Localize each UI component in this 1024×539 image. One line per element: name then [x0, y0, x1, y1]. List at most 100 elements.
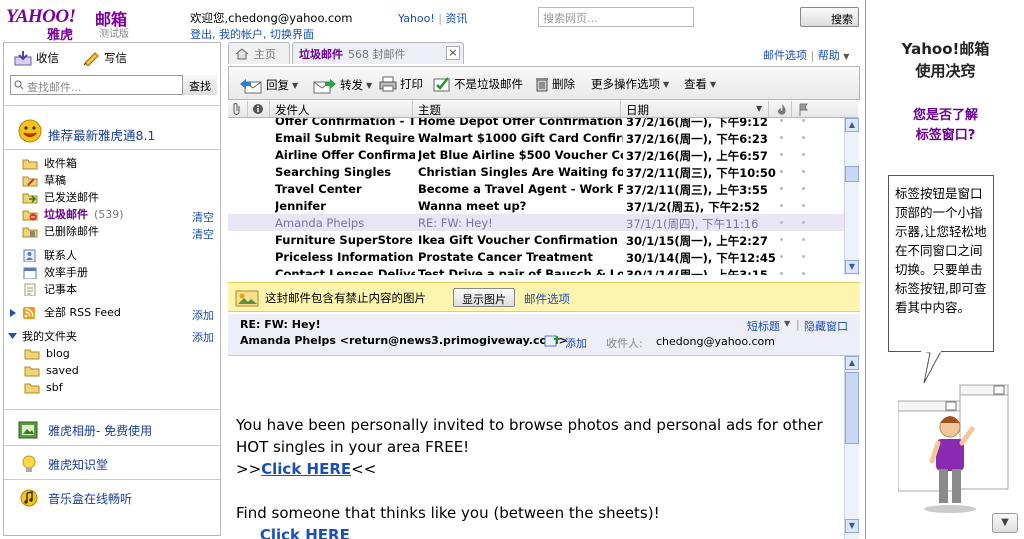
message-from[interactable]: Amanda Phelps <return@news3.primogiveway…: [240, 334, 568, 347]
view-button[interactable]: 查看 ▼: [684, 76, 716, 92]
message-row[interactable]: Furniture SuperStore Ikea Gift Voucher Co…: [228, 231, 844, 248]
attachment-icon[interactable]: [232, 103, 242, 115]
calendar-link[interactable]: 效率手册: [22, 265, 88, 279]
message-row[interactable]: Jennifer Wanna meet up? 37/1/2(周五), 下午2:52: [228, 197, 844, 214]
mail-search-input[interactable]: 查找邮件...: [27, 79, 82, 95]
delete-button[interactable]: 删除: [535, 76, 575, 92]
notepad-link[interactable]: 记事本: [22, 282, 77, 296]
folder-inbox[interactable]: 收件箱: [22, 156, 77, 170]
row-marker-dot[interactable]: [802, 153, 805, 156]
column-sender[interactable]: 发件人: [275, 102, 310, 118]
folder-trash[interactable]: 已删除邮件: [22, 224, 99, 238]
mail-options-link-2[interactable]: 邮件选项: [524, 291, 570, 307]
row-marker-dot[interactable]: [780, 238, 783, 241]
web-search-button[interactable]: 搜索: [800, 7, 859, 27]
row-marker-dot[interactable]: [780, 170, 783, 173]
add-contact-link[interactable]: 添加: [565, 335, 587, 351]
compose-button[interactable]: 写信: [82, 50, 127, 66]
add-folder-link[interactable]: 添加: [192, 329, 214, 345]
scroll-down-icon[interactable]: ▼: [845, 260, 859, 274]
mail-options-link[interactable]: 邮件选项: [763, 49, 807, 62]
row-marker-dot[interactable]: [780, 136, 783, 139]
close-tab-button[interactable]: ×: [446, 46, 460, 60]
chevron-down-icon[interactable]: ▼: [710, 80, 716, 89]
message-row[interactable]: Amanda Phelps RE: FW: Hey! 37/1/1(周四), 下午1…: [228, 214, 844, 231]
yahoo-home-link[interactable]: Yahoo!: [398, 12, 435, 25]
scroll-thumb[interactable]: [845, 166, 859, 182]
click-here-link[interactable]: Click HERE: [261, 460, 351, 478]
logout-link[interactable]: 登出: [190, 28, 212, 41]
chevron-down-icon[interactable]: ▼: [843, 52, 849, 61]
my-folders-heading[interactable]: 我的文件夹: [22, 329, 77, 343]
message-list-scrollbar[interactable]: ▲ ▼: [844, 118, 859, 275]
message-row[interactable]: Searching Singles Christian Singles Are W…: [228, 163, 844, 180]
row-marker-dot[interactable]: [780, 153, 783, 156]
hide-pane-link[interactable]: 隐藏窗口: [804, 318, 848, 334]
add-contact-icon[interactable]: [544, 334, 560, 347]
collapse-arrow-icon[interactable]: [8, 332, 17, 340]
chevron-down-icon[interactable]: ▼: [784, 319, 790, 328]
tab-home[interactable]: 主页: [228, 42, 290, 64]
empty-trash-link[interactable]: 清空: [192, 226, 214, 242]
info-icon[interactable]: [252, 103, 264, 115]
chevron-down-icon[interactable]: ▼: [292, 81, 298, 90]
row-marker-dot[interactable]: [780, 272, 783, 275]
tab-spam[interactable]: 垃圾邮件 568 封邮件: [292, 42, 464, 64]
print-button[interactable]: 打印: [379, 76, 423, 92]
folder-sbf[interactable]: sbf: [24, 380, 63, 394]
folder-saved[interactable]: saved: [24, 363, 79, 377]
row-marker-dot[interactable]: [802, 187, 805, 190]
row-marker-dot[interactable]: [802, 255, 805, 258]
message-row[interactable]: Email Submit Required Walmart $1000 Gift …: [228, 129, 844, 146]
add-rss-link[interactable]: 添加: [192, 307, 214, 323]
inbox-button[interactable]: 收信: [14, 50, 59, 66]
switch-ui-link[interactable]: 切换界面: [270, 28, 314, 41]
row-marker-dot[interactable]: [780, 187, 783, 190]
scroll-down-icon[interactable]: ▼: [845, 519, 859, 533]
row-marker-dot[interactable]: [802, 136, 805, 139]
more-actions-button[interactable]: 更多操作选项 ▼: [591, 76, 669, 92]
reply-button[interactable]: 回复 ▼: [239, 76, 298, 94]
message-row[interactable]: Offer Confirmation - Try Home Depot Offer…: [228, 118, 844, 129]
flag-icon[interactable]: [798, 103, 808, 116]
news-link[interactable]: 资讯: [446, 12, 468, 25]
row-marker-dot[interactable]: [802, 272, 805, 275]
row-marker-dot[interactable]: [802, 170, 805, 173]
row-marker-dot[interactable]: [780, 221, 783, 224]
message-row[interactable]: Priceless Information Prostate Cancer Tre…: [228, 248, 844, 265]
scroll-up-icon[interactable]: ▲: [845, 118, 859, 132]
mail-search-button[interactable]: 查找: [182, 75, 217, 95]
mail-search-field[interactable]: 查找邮件... 查找: [10, 75, 217, 95]
music-link[interactable]: 音乐盒在线畅听: [18, 488, 132, 508]
message-body-scrollbar[interactable]: ▲ ▼: [844, 356, 859, 539]
scroll-thumb[interactable]: [845, 372, 859, 444]
row-marker-dot[interactable]: [780, 119, 783, 122]
row-marker-dot[interactable]: [802, 119, 805, 122]
column-date[interactable]: 日期: [626, 102, 649, 118]
message-row[interactable]: Travel Center Become a Travel Agent - Wor…: [228, 180, 844, 197]
row-marker-dot[interactable]: [802, 204, 805, 207]
not-spam-button[interactable]: 不是垃圾邮件: [433, 76, 523, 92]
folder-sent[interactable]: 已发送邮件: [22, 190, 99, 204]
scroll-up-icon[interactable]: ▲: [845, 356, 859, 370]
row-marker-dot[interactable]: [802, 221, 805, 224]
sort-descending-icon[interactable]: ▼: [756, 104, 762, 113]
my-account-link[interactable]: 我的帐户: [219, 28, 263, 41]
row-marker-dot[interactable]: [780, 255, 783, 258]
forward-button[interactable]: 转发 ▼: [313, 76, 372, 94]
message-row[interactable]: Airline Offer ConfirmationJet Blue Airli…: [228, 146, 844, 163]
show-images-button[interactable]: 显示图片: [453, 288, 515, 307]
contacts-link[interactable]: 联系人: [22, 248, 77, 262]
row-marker-dot[interactable]: [780, 204, 783, 207]
message-row[interactable]: Contact Lenses DeliveryTest Drive a pair…: [228, 265, 844, 275]
row-marker-dot[interactable]: [802, 238, 805, 241]
web-search-input[interactable]: 搜索网页...: [538, 7, 694, 27]
collapse-panel-button[interactable]: ▼: [992, 513, 1018, 533]
knowledge-link[interactable]: 雅虎知识堂: [18, 454, 108, 474]
column-subject[interactable]: 主题: [418, 102, 441, 118]
folder-blog[interactable]: blog: [24, 346, 70, 360]
chevron-down-icon[interactable]: ▼: [366, 81, 372, 90]
click-here-link-2[interactable]: Click HERE: [260, 526, 350, 539]
rss-feed-link[interactable]: 全部 RSS Feed: [22, 305, 121, 319]
chevron-down-icon[interactable]: ▼: [663, 80, 669, 89]
